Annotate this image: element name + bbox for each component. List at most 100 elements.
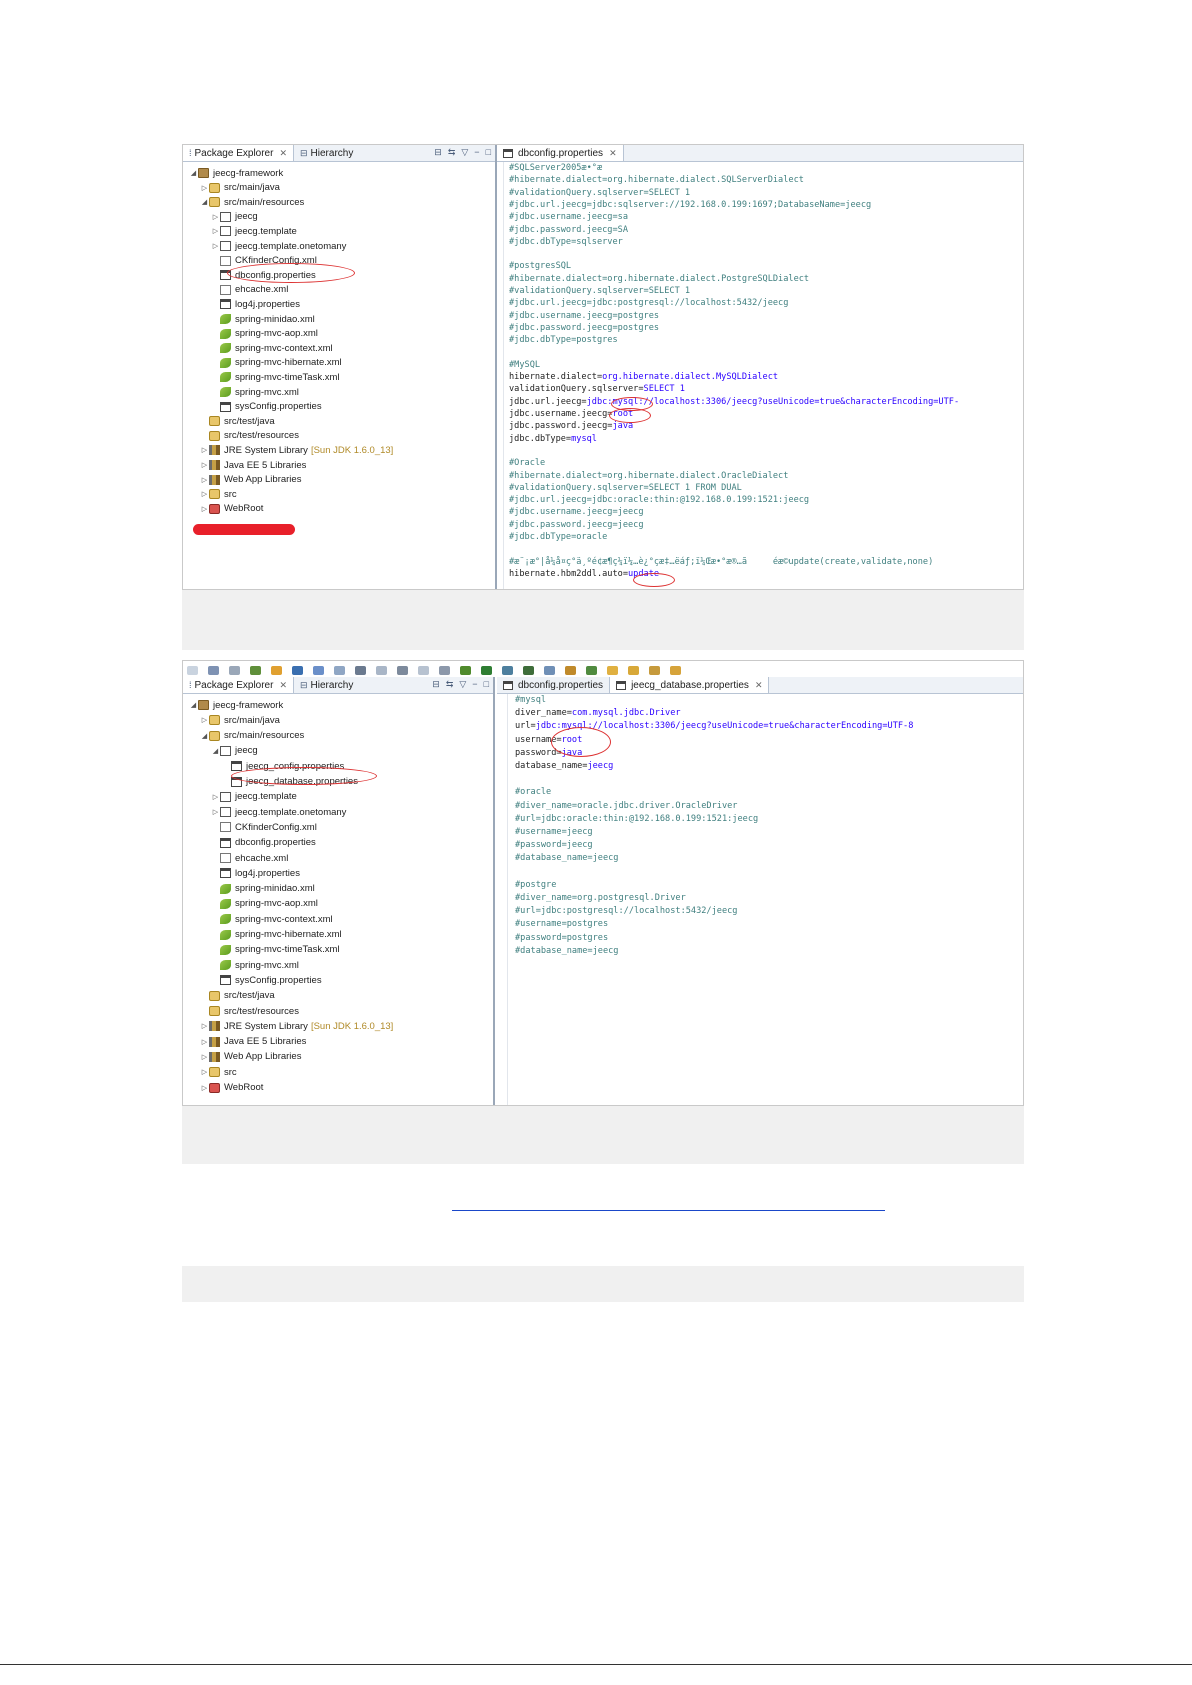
- expand-right-icon[interactable]: ▷: [200, 1084, 209, 1092]
- tree-item[interactable]: ▷ Java EE 5 Libraries: [200, 458, 307, 472]
- tree-item[interactable]: ▷ src/main/java: [200, 713, 280, 727]
- tree-item[interactable]: ▷ jeecg.template: [211, 790, 297, 804]
- tree-item[interactable]: dbconfig.properties: [211, 836, 316, 850]
- tree-item[interactable]: ▷ JRE System Library [Sun JDK 1.6.0_13]: [200, 1019, 394, 1033]
- search-icon[interactable]: [355, 665, 366, 675]
- tree-item[interactable]: spring-mvc-hibernate.xml: [211, 356, 342, 370]
- debug-icon[interactable]: [250, 665, 261, 675]
- tree-item[interactable]: log4j.properties: [211, 297, 300, 311]
- tree-item[interactable]: ▷ Web App Libraries: [200, 473, 302, 487]
- tab-hierarchy[interactable]: ⊟ Hierarchy: [294, 677, 359, 693]
- minimize-icon[interactable]: −: [472, 679, 477, 690]
- server-icon[interactable]: [292, 665, 303, 675]
- tab-dbconfig-properties[interactable]: dbconfig.properties ✕: [497, 145, 624, 161]
- tree-item[interactable]: spring-mvc-context.xml: [211, 912, 333, 926]
- expand-right-icon[interactable]: ▷: [200, 446, 209, 454]
- expand-right-icon[interactable]: ▷: [200, 505, 209, 513]
- tree-item[interactable]: CKfinderConfig.xml: [211, 820, 317, 834]
- refresh-icon[interactable]: [376, 665, 387, 675]
- tree-item[interactable]: src/test/resources: [200, 429, 299, 443]
- expand-right-icon[interactable]: ▷: [211, 808, 220, 816]
- tree-item[interactable]: ◢ jeecg-framework: [189, 166, 283, 180]
- tree-item[interactable]: ▷ JRE System Library [Sun JDK 1.6.0_13]: [200, 443, 394, 457]
- tree-item[interactable]: ▷ WebRoot: [200, 1081, 264, 1095]
- expand-right-icon[interactable]: ▷: [200, 716, 209, 724]
- link-editor-icon[interactable]: ⇆: [446, 679, 454, 690]
- tree-item[interactable]: spring-minidao.xml: [211, 312, 315, 326]
- tree-item[interactable]: ▷ src: [200, 1065, 237, 1079]
- close-icon[interactable]: ✕: [279, 680, 287, 691]
- tree-item[interactable]: ◢ jeecg: [211, 744, 258, 758]
- tab-dbconfig-properties[interactable]: dbconfig.properties: [497, 677, 609, 693]
- forward-icon[interactable]: [670, 665, 681, 675]
- play-icon[interactable]: [481, 665, 492, 675]
- expand-down-icon[interactable]: ◢: [189, 169, 198, 177]
- print-icon[interactable]: [229, 665, 240, 675]
- tree-item[interactable]: sysConfig.properties: [211, 400, 322, 414]
- tree-item[interactable]: spring-mvc-context.xml: [211, 341, 333, 355]
- code-editor[interactable]: #SQLServer2005æ•°æ #hibernate.dialect=org…: [509, 163, 1023, 589]
- expand-right-icon[interactable]: ▷: [200, 476, 209, 484]
- expand-down-icon[interactable]: ◢: [211, 747, 220, 755]
- expand-down-icon[interactable]: ◢: [189, 701, 198, 709]
- tree-item[interactable]: spring-mvc.xml: [211, 958, 299, 972]
- tree-item[interactable]: sysConfig.properties: [211, 973, 322, 987]
- external-tools-icon[interactable]: [502, 665, 513, 675]
- tab-jeecg-database-properties[interactable]: jeecg_database.properties ✕: [609, 677, 770, 693]
- tree-item[interactable]: ▷ WebRoot: [200, 502, 264, 516]
- tab-package-explorer[interactable]: ⁞ Package Explorer ✕: [183, 677, 294, 693]
- sync-icon[interactable]: [586, 665, 597, 675]
- expand-right-icon[interactable]: ▷: [200, 490, 209, 498]
- history-icon[interactable]: [439, 665, 450, 675]
- collapse-all-icon[interactable]: ⊟: [432, 679, 440, 690]
- tree-item[interactable]: ehcache.xml: [211, 851, 288, 865]
- expand-right-icon[interactable]: ▷: [211, 793, 220, 801]
- new-class-icon[interactable]: [313, 665, 324, 675]
- folder-icon[interactable]: [628, 665, 639, 675]
- tree-item[interactable]: ▷ Web App Libraries: [200, 1050, 302, 1064]
- tree-item[interactable]: log4j.properties: [211, 866, 300, 880]
- tree-item[interactable]: ▷ jeecg.template.onetomany: [211, 239, 347, 253]
- globe-icon[interactable]: [565, 665, 576, 675]
- web-icon[interactable]: [544, 665, 555, 675]
- folder-open-icon[interactable]: [607, 665, 618, 675]
- tree-item[interactable]: src/test/java: [200, 989, 275, 1003]
- tree-item[interactable]: ◢ src/main/resources: [200, 729, 304, 743]
- close-icon[interactable]: ✕: [609, 148, 617, 159]
- tree-item[interactable]: ▷ jeecg: [211, 210, 258, 224]
- collapse-all-icon[interactable]: ⊟: [434, 147, 442, 158]
- tree-item[interactable]: ◢ src/main/resources: [200, 195, 304, 209]
- open-type-icon[interactable]: [334, 665, 345, 675]
- deploy-icon[interactable]: [523, 665, 534, 675]
- expand-down-icon[interactable]: ◢: [200, 198, 209, 206]
- tree-item[interactable]: ◢ jeecg-framework: [189, 698, 283, 712]
- expand-right-icon[interactable]: ▷: [211, 242, 220, 250]
- expand-right-icon[interactable]: ▷: [200, 1068, 209, 1076]
- tree-item[interactable]: ▷ jeecg.template.onetomany: [211, 805, 347, 819]
- maximize-icon[interactable]: □: [484, 679, 489, 690]
- expand-right-icon[interactable]: ▷: [211, 213, 220, 221]
- expand-right-icon[interactable]: ▷: [211, 227, 220, 235]
- expand-right-icon[interactable]: ▷: [200, 1022, 209, 1030]
- database-icon[interactable]: [397, 665, 408, 675]
- expand-right-icon[interactable]: ▷: [200, 461, 209, 469]
- tree-item[interactable]: ▷ src: [200, 487, 237, 501]
- tree-item[interactable]: spring-minidao.xml: [211, 882, 315, 896]
- tree-item[interactable]: spring-mvc-hibernate.xml: [211, 928, 342, 942]
- link-editor-icon[interactable]: ⇆: [448, 147, 456, 158]
- code-editor[interactable]: #mysql diver_name=com.mysql.jdbc.Driver ur…: [515, 695, 1023, 1105]
- tree-item[interactable]: ▷ src/main/java: [200, 181, 280, 195]
- expand-right-icon[interactable]: ▷: [200, 1038, 209, 1046]
- expand-right-icon[interactable]: ▷: [200, 1053, 209, 1061]
- maximize-icon[interactable]: □: [486, 147, 491, 158]
- tab-hierarchy[interactable]: ⊟ Hierarchy: [294, 145, 359, 161]
- tree-item[interactable]: spring-mvc-aop.xml: [211, 897, 318, 911]
- hyperlink-underline[interactable]: [452, 1210, 885, 1211]
- tree-item[interactable]: spring-mvc.xml: [211, 385, 299, 399]
- back-icon[interactable]: [649, 665, 660, 675]
- tree-item[interactable]: spring-mvc-timeTask.xml: [211, 943, 340, 957]
- tree-item[interactable]: spring-mvc-aop.xml: [211, 327, 318, 341]
- view-menu-icon[interactable]: ▽: [461, 147, 468, 158]
- expand-right-icon[interactable]: ▷: [200, 184, 209, 192]
- close-icon[interactable]: ✕: [755, 680, 763, 691]
